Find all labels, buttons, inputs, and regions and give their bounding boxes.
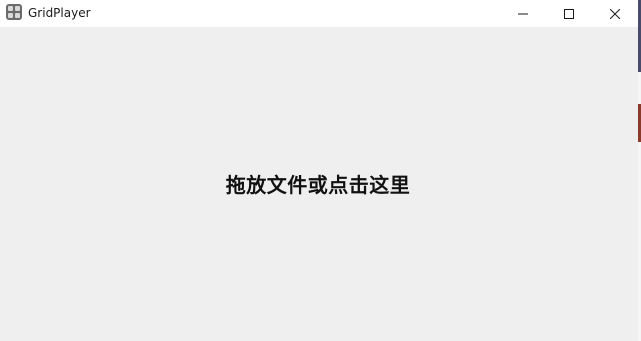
drop-prompt-text: 拖放文件或点击这里 (225, 173, 411, 197)
window-title: GridPlayer (28, 6, 91, 20)
maximize-icon (564, 8, 574, 19)
grid-cell (8, 13, 13, 18)
close-icon (610, 8, 620, 19)
title-bar[interactable]: GridPlayer (0, 0, 638, 27)
minimize-icon (518, 13, 528, 14)
grid-player-icon (6, 4, 22, 20)
grid-cell (15, 6, 20, 11)
file-drop-zone[interactable]: 拖放文件或点击这里 (0, 27, 638, 341)
grid-cell (8, 6, 13, 11)
minimize-button[interactable] (500, 0, 546, 27)
app-window: GridPlayer 拖放文件或点击这里 (0, 0, 641, 341)
maximize-button[interactable] (546, 0, 592, 27)
close-button[interactable] (592, 0, 638, 27)
grid-cell (15, 13, 20, 18)
